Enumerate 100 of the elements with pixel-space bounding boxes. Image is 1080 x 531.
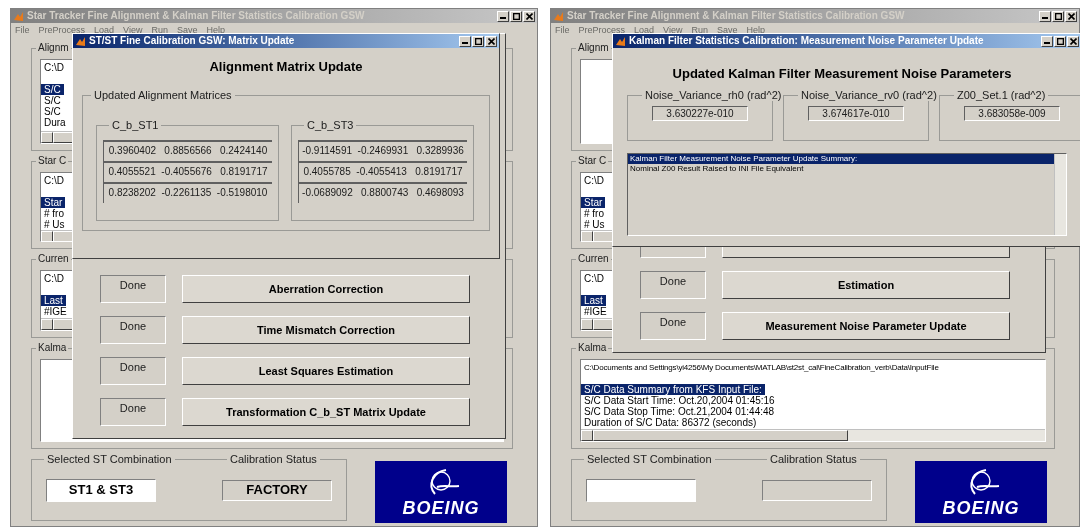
step-button[interactable]: Estimation [722,271,1010,299]
step-button[interactable]: Measurement Noise Parameter Update [722,312,1010,340]
peak-icon [75,35,86,47]
status-field: Done [100,275,166,303]
menu-item[interactable]: Help [206,25,225,35]
minimize-icon [1042,16,1048,19]
group-label: C_b_ST1 [109,119,162,131]
dialog-heading: Alignment Matrix Update [208,59,364,75]
minimize-button[interactable] [497,10,509,22]
menu-item[interactable]: Run [691,25,708,35]
maximize-button[interactable] [510,10,522,22]
list-item[interactable]: # Us [581,219,608,230]
maximize-icon [1056,37,1064,45]
menu-item[interactable]: Load [634,25,655,35]
close-icon [1067,12,1075,20]
close-button[interactable] [485,35,497,47]
menu-item[interactable]: View [663,25,683,35]
list-item[interactable]: # fro [41,208,67,219]
menu-item[interactable]: PreProcess [38,25,86,35]
menu-item[interactable]: Save [176,25,198,35]
window-title: Kalman Filter Statistics Calibration: Measurement Noise Parameter Update [629,35,985,47]
minimize-button[interactable] [459,35,471,47]
list-item[interactable]: # Us [41,219,68,230]
list-item[interactable]: Last [41,295,66,306]
maximize-button[interactable] [1052,10,1064,22]
list-item[interactable]: Nominal Z00 Result Raised to INI File Equivalent [628,164,1054,174]
dialog-heading: Updated Kalman Filter Measurement Noise Parameters [671,66,1013,82]
value-field[interactable] [586,478,696,502]
status-field: Done [640,271,706,299]
maximize-icon [512,12,520,20]
list-item[interactable]: Dura [41,117,69,128]
list-item[interactable]: S/C [41,106,64,117]
group-label: Updated Alignment Matrices [91,89,235,101]
group-label: Alignm [36,42,71,54]
file-path: C:\D [44,273,64,284]
maximize-button[interactable] [472,35,484,47]
vertical-scrollbar[interactable] [1054,154,1066,235]
peak-icon [553,10,564,22]
logo-text: BOEING [942,499,1020,517]
value-field: 3.674617e-010 [808,106,904,121]
menu-item[interactable]: Load [94,25,115,35]
close-icon [525,12,533,20]
list-item[interactable]: S/C Data Start Time: Oct.20,2004 01:45:16 [581,395,778,406]
group-label: Alignm [576,42,611,54]
menu-item[interactable]: View [123,25,143,35]
value-field: 3.683058e-009 [964,106,1060,121]
list-item[interactable]: Kalman Filter Measurement Noise Parameter Update Summary: [628,154,1054,164]
list-item[interactable]: S/C Data Stop Time: Oct.21,2004 01:44:48 [581,406,778,417]
status-field: Done [100,316,166,344]
minimize-button[interactable] [1039,10,1051,22]
file-path: C:\D [44,62,64,73]
horizontal-scrollbar[interactable] [581,429,1045,441]
close-button[interactable] [1065,10,1077,22]
status-field: Done [640,312,706,340]
status-field: Done [100,398,166,426]
step-button[interactable]: Time Mismatch Correction [182,316,470,344]
list-item[interactable]: S/C [41,95,64,106]
list-box[interactable] [580,359,1046,442]
group-label: Kalma [576,342,609,354]
group-label: Z00_Set.1 (rad^2) [954,89,1049,101]
list-item[interactable]: Last [581,295,606,306]
minimize-button[interactable] [1041,35,1053,47]
list-item[interactable]: #IGE [581,306,610,317]
list-item[interactable]: Star [41,197,66,208]
list-item[interactable]: Star [581,197,606,208]
group-label: Kalma [36,342,69,354]
group-label: Noise_Variance_rv0 (rad^2) [798,89,940,101]
step-button[interactable]: Transformation C_b_ST Matrix Update [182,398,470,426]
step-button[interactable]: Aberration Correction [182,275,470,303]
list-item[interactable]: S/C [41,84,64,95]
list-box[interactable]: Kalman Filter Measurement Noise Parameter Update Summary: Nominal Z00 Result Raised to INI File Equivalent [627,153,1067,236]
maximize-icon [474,37,482,45]
menu-item[interactable]: File [15,25,30,35]
menu-item[interactable]: Save [716,25,738,35]
minimize-icon [500,16,506,19]
peak-icon [615,35,626,47]
close-button[interactable] [523,10,535,22]
value-field[interactable]: ST1 & ST3 [46,478,156,502]
list-item[interactable]: Duration of S/C Data: 86372 (seconds) [581,417,760,428]
file-path: C:\Documents and Settings\yi4256\My Documents\MATLAB\st2st_cal\FineCalibration_verb\Data\InputFile [584,362,939,373]
list-item[interactable]: # fro [581,208,607,219]
maximize-button[interactable] [1054,35,1066,47]
peak-icon [13,10,24,22]
list-item[interactable]: S/C Data Summary from KFS Input File: [581,384,765,395]
status-field: Done [100,357,166,385]
group-label: Selected ST Combination [44,453,175,465]
menu-item[interactable]: Run [151,25,168,35]
step-button[interactable]: Least Squares Estimation [182,357,470,385]
list-item[interactable]: #IGE [41,306,70,317]
menu-item[interactable]: PreProcess [578,25,626,35]
close-icon [1069,37,1077,45]
close-button[interactable] [1067,35,1079,47]
menu-item[interactable]: File [555,25,570,35]
value-field: 3.630227e-010 [652,106,748,121]
window-title: ST/ST Fine Calibration GSW: Matrix Update [89,35,296,47]
group-label: Selected ST Combination [584,453,715,465]
group-label: Curren [576,253,611,265]
menu-item[interactable]: Help [746,25,765,35]
close-icon [487,37,495,45]
group-label: Calibration Status [767,453,860,465]
